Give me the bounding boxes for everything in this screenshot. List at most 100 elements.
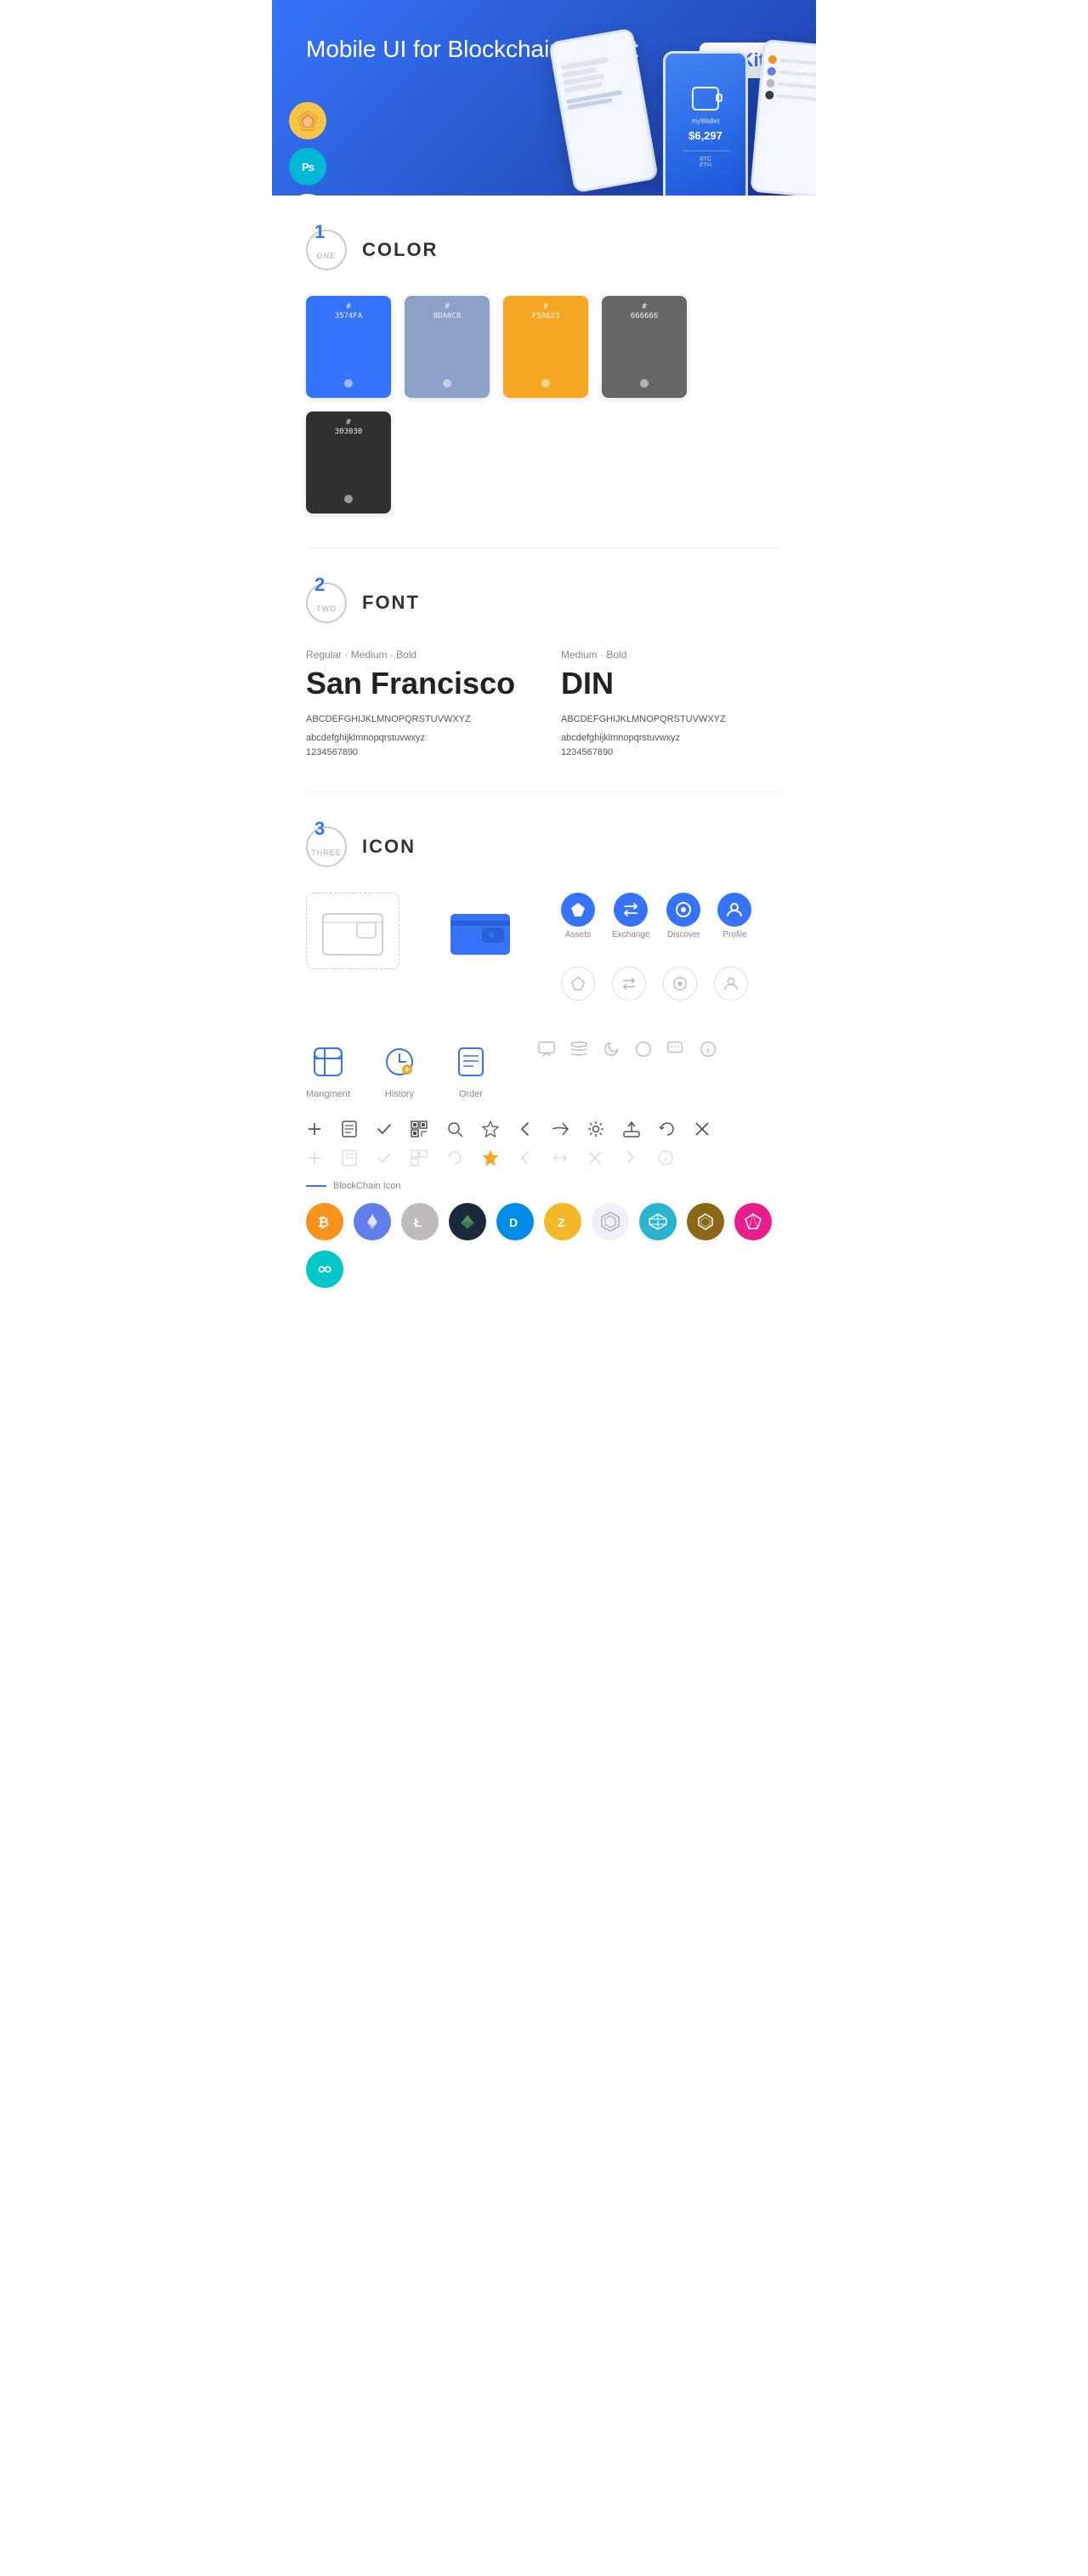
arrows-ghost-icon bbox=[551, 1149, 570, 1167]
nav-icons-colored: Assets Exchange Discover bbox=[561, 893, 751, 939]
chat-dots-icon bbox=[666, 1040, 685, 1058]
dash-icon: D bbox=[496, 1203, 534, 1240]
history-label: History bbox=[385, 1089, 414, 1099]
wallet-icon-outline-grid bbox=[306, 893, 400, 969]
color-title: COLOR bbox=[362, 239, 438, 261]
sf-nums: 1234567890 bbox=[306, 747, 527, 757]
layers-icon bbox=[570, 1040, 588, 1058]
hex-icon-1 bbox=[592, 1203, 629, 1240]
management-label: Mangment bbox=[306, 1089, 350, 1099]
check-icon bbox=[376, 1121, 393, 1138]
nav-icons-gray bbox=[561, 967, 751, 1001]
svg-text:Z: Z bbox=[558, 1216, 565, 1229]
search-icon bbox=[445, 1120, 464, 1138]
refresh-icon bbox=[658, 1120, 677, 1138]
din-lower: abcdefghijklmnopqrstuvwxyz bbox=[561, 729, 782, 747]
amber-coin-icon bbox=[687, 1203, 724, 1240]
profile-label: Profile bbox=[722, 930, 746, 939]
management-icon-item: Mangment bbox=[306, 1040, 350, 1099]
profile-icon-gray bbox=[714, 967, 748, 1001]
star-filled-icon bbox=[481, 1149, 500, 1167]
zcash-icon: Z bbox=[544, 1203, 581, 1240]
hero-section: Mobile UI for Blockchain Wallet UI Kit P… bbox=[272, 0, 816, 196]
refresh-ghost-icon bbox=[445, 1149, 464, 1167]
sf-upper: ABCDEFGHIJKLMNOPQRSTUVWXYZ bbox=[306, 710, 527, 729]
nav-icons-group: Assets Exchange Discover bbox=[561, 893, 751, 1014]
blockchain-line bbox=[306, 1185, 326, 1187]
sf-weights: Regular · Medium · Bold bbox=[306, 649, 527, 661]
icon-title: ICON bbox=[362, 836, 416, 858]
assets-label: Assets bbox=[565, 930, 591, 939]
assets-icon-item: Assets bbox=[561, 893, 595, 939]
circle-icon bbox=[634, 1040, 653, 1058]
color-section-header: 1 ONE COLOR bbox=[306, 230, 782, 270]
order-icon bbox=[449, 1040, 493, 1084]
exchange-icon bbox=[614, 893, 648, 927]
phones-area: myWallet $6,297 BTC ETH bbox=[476, 26, 816, 196]
plus-ghost-icon bbox=[306, 1149, 323, 1166]
bat-icon bbox=[734, 1203, 772, 1240]
ps-badge: Ps bbox=[289, 148, 326, 185]
wallet-svg-grid bbox=[319, 904, 387, 959]
din-nums: 1234567890 bbox=[561, 747, 782, 757]
plus-icon bbox=[306, 1121, 323, 1138]
bitcoin-icon: ₿ bbox=[306, 1203, 343, 1240]
section-number-1: 1 ONE bbox=[306, 230, 347, 270]
history-icon-item: History bbox=[377, 1040, 422, 1099]
discover-icon-gray bbox=[663, 967, 697, 1001]
svg-text:D: D bbox=[509, 1216, 518, 1229]
sketch-badge bbox=[289, 102, 326, 139]
arrow-right-ghost-icon bbox=[620, 1149, 639, 1167]
icon-section-header: 3 THREE ICON bbox=[306, 826, 782, 867]
exchange-label: Exchange bbox=[612, 930, 649, 939]
din-upper: ABCDEFGHIJKLMNOPQRSTUVWXYZ bbox=[561, 710, 782, 729]
blockchain-label: BlockChain Icon bbox=[306, 1181, 782, 1191]
phone-mockup-2: myWallet $6,297 BTC ETH bbox=[663, 51, 748, 196]
wallet-icon-solid bbox=[434, 893, 527, 969]
sf-lower: abcdefghijklmnopqrstuvwxyz bbox=[306, 729, 527, 747]
blockchain-text: BlockChain Icon bbox=[333, 1181, 401, 1191]
share-icon bbox=[551, 1120, 570, 1138]
assets-icon-gray bbox=[561, 967, 595, 1001]
litecoin-icon: Ł bbox=[401, 1203, 439, 1240]
discover-icon-item: Discover bbox=[666, 893, 700, 939]
order-icon-item: Order bbox=[449, 1040, 493, 1099]
swatch-orange: #F5A623 bbox=[503, 296, 588, 398]
info-ghost-icon bbox=[656, 1149, 675, 1167]
document-ghost-icon bbox=[340, 1149, 359, 1167]
exchange-icon-item: Exchange bbox=[612, 893, 649, 939]
arrow-left-icon bbox=[517, 1121, 534, 1138]
arrow-left-ghost-icon bbox=[517, 1149, 534, 1166]
icon-section: 3 THREE ICON bbox=[272, 792, 816, 1322]
assets-circle-gray bbox=[561, 967, 595, 1001]
discover-circle-gray bbox=[663, 967, 697, 1001]
hero-badges: Ps 60+ Screens bbox=[289, 102, 326, 196]
management-icon bbox=[306, 1040, 350, 1084]
discover-icon bbox=[666, 893, 700, 927]
large-wallet-icons: Assets Exchange Discover bbox=[306, 893, 782, 1014]
close-icon bbox=[694, 1121, 711, 1138]
close-ghost-icon bbox=[586, 1149, 604, 1166]
teal-infinity-icon bbox=[306, 1251, 343, 1288]
gear-icon bbox=[586, 1120, 605, 1138]
exchange-icon-gray bbox=[612, 967, 646, 1001]
teal-coin-icon bbox=[639, 1203, 677, 1240]
font-sf: Regular · Medium · Bold San Francisco AB… bbox=[306, 649, 527, 757]
font-section: 2 TWO FONT Regular · Medium · Bold San F… bbox=[272, 548, 816, 792]
ethereum-icon bbox=[354, 1203, 391, 1240]
upload-icon bbox=[622, 1120, 641, 1138]
din-name: DIN bbox=[561, 666, 782, 701]
font-title: FONT bbox=[362, 592, 420, 614]
swatch-blue: #3574FA bbox=[306, 296, 391, 398]
qr-ghost-icon bbox=[410, 1149, 428, 1167]
swatch-dark: #303030 bbox=[306, 411, 391, 513]
discover-label: Discover bbox=[667, 930, 700, 939]
section-number-3: 3 THREE bbox=[306, 826, 347, 867]
swatch-gray: #666666 bbox=[602, 296, 687, 398]
phone-mockup-1 bbox=[548, 28, 659, 194]
font-grid: Regular · Medium · Bold San Francisco AB… bbox=[306, 649, 782, 757]
sf-name: San Francisco bbox=[306, 666, 527, 701]
font-section-header: 2 TWO FONT bbox=[306, 582, 782, 623]
waves-icon bbox=[449, 1203, 486, 1240]
profile-icon bbox=[717, 893, 751, 927]
